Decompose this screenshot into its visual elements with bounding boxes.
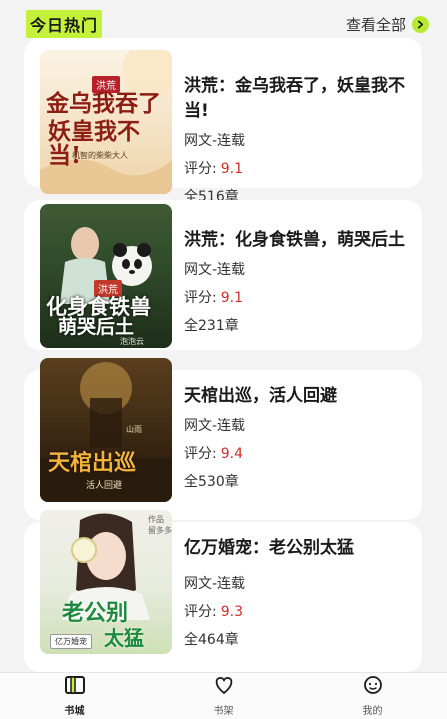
tab-bookshelf[interactable]: 书架	[149, 673, 298, 719]
cover-illustration: 洪荒 化身食铁兽 萌哭后土 泡泡云	[40, 204, 172, 348]
tab-book-city[interactable]: 书城	[0, 673, 149, 719]
tab-label: 书架	[213, 706, 234, 717]
book-genre: 网文-连载	[184, 133, 246, 149]
cover-title-line2: 妖皇我不当!	[48, 118, 140, 170]
tab-mine[interactable]: 我的	[298, 673, 447, 719]
rating-value: 9.4	[220, 446, 243, 462]
cover-author: 作品 留多多	[148, 515, 172, 535]
cover-illustration: 作品 留多多 老公别 亿万婚宠 太猛	[40, 510, 172, 654]
chapter-count: 全464章	[184, 632, 239, 648]
cover-illustration: 洪荒 金乌我吞了 妖皇我不当! 机智的柴柴大人	[40, 50, 172, 194]
rating-value: 9.3	[220, 604, 243, 620]
cover-subtitle: 活人回避	[86, 481, 123, 491]
tab-label: 我的	[362, 706, 383, 717]
rating-label: 评分:	[184, 604, 217, 620]
rating-row: 评分: 9.1	[184, 289, 412, 307]
book-title[interactable]: 洪荒：化身食铁兽，萌哭后土	[184, 228, 412, 253]
book-card[interactable]: 山雨 天棺出巡 活人回避 天棺出巡，活人回避 网文-连载 评分: 9.4 全530…	[24, 358, 422, 520]
rating-value: 9.1	[220, 161, 243, 177]
cover-title-line2: 太猛	[104, 626, 144, 650]
see-all-link[interactable]: 查看全部	[346, 14, 429, 35]
rating-label: 评分:	[184, 446, 217, 462]
book-title[interactable]: 洪荒：金乌我吞了，妖皇我不当!	[184, 74, 412, 124]
book-cover[interactable]: 洪荒 金乌我吞了 妖皇我不当! 机智的柴柴大人	[40, 50, 172, 194]
book-title[interactable]: 亿万婚宠：老公别太猛	[184, 536, 412, 561]
book-city-icon	[64, 675, 86, 699]
rating-row: 评分: 9.4	[184, 445, 412, 463]
cover-title-line2: 萌哭后土	[58, 316, 135, 338]
book-info: 天棺出巡，活人回避 网文-连载 评分: 9.4 全530章	[184, 384, 412, 491]
see-all-label: 查看全部	[345, 15, 406, 34]
chapter-count: 全231章	[184, 318, 239, 334]
book-genre: 网文-连载	[184, 418, 246, 434]
cover-author: 泡泡云	[120, 337, 144, 346]
heart-icon	[213, 675, 235, 699]
rating-row: 评分: 9.1	[184, 160, 412, 178]
book-cover[interactable]: 山雨 天棺出巡 活人回避	[40, 358, 172, 502]
chevron-right-icon	[412, 15, 429, 33]
cover-title-line1: 化身食铁兽	[46, 294, 151, 319]
smile-face-icon	[362, 675, 384, 699]
cover-tag: 亿万婚宠	[50, 634, 92, 649]
book-genre: 网文-连载	[184, 576, 246, 592]
rating-value: 9.1	[220, 290, 243, 306]
book-cover[interactable]: 洪荒 化身食铁兽 萌哭后土 泡泡云	[40, 204, 172, 348]
book-card[interactable]: 洪荒 化身食铁兽 萌哭后土 泡泡云 洪荒：化身食铁兽，萌哭后土 网文-连载 评分…	[24, 200, 422, 350]
cover-author: 机智的柴柴大人	[72, 151, 128, 160]
section-title: 今日热门	[26, 10, 103, 38]
book-info: 洪荒：金乌我吞了，妖皇我不当! 网文-连载 评分: 9.1 全516章	[184, 74, 412, 206]
cover-title-line1: 金乌我吞了	[46, 90, 161, 117]
cover-illustration: 山雨 天棺出巡 活人回避	[40, 358, 172, 502]
cover-author: 山雨	[126, 425, 142, 434]
bottom-tab-bar: 书城 书架 我的	[0, 672, 447, 719]
book-card[interactable]: 洪荒 金乌我吞了 妖皇我不当! 机智的柴柴大人 洪荒：金乌我吞了，妖皇我不当! …	[24, 38, 422, 205]
cover-title-line1: 天棺出巡	[48, 450, 137, 476]
chapter-count: 全530章	[184, 474, 239, 490]
rating-row: 评分: 9.3	[184, 603, 412, 621]
book-info: 洪荒：化身食铁兽，萌哭后土 网文-连载 评分: 9.1 全231章	[184, 228, 412, 335]
book-info: 亿万婚宠：老公别太猛 网文-连载 评分: 9.3 全464章	[184, 536, 412, 649]
book-cover[interactable]: 作品 留多多 老公别 亿万婚宠 太猛	[40, 510, 172, 654]
book-title[interactable]: 天棺出巡，活人回避	[184, 384, 412, 409]
book-card[interactable]: 作品 留多多 老公别 亿万婚宠 太猛 亿万婚宠：老公别太猛 网文-连载 评分: 9…	[24, 510, 422, 672]
tab-label: 书城	[64, 706, 85, 717]
book-genre: 网文-连载	[184, 262, 246, 278]
rating-label: 评分:	[184, 290, 217, 306]
cover-title-line1: 老公别	[62, 600, 129, 626]
rating-label: 评分:	[184, 161, 217, 177]
